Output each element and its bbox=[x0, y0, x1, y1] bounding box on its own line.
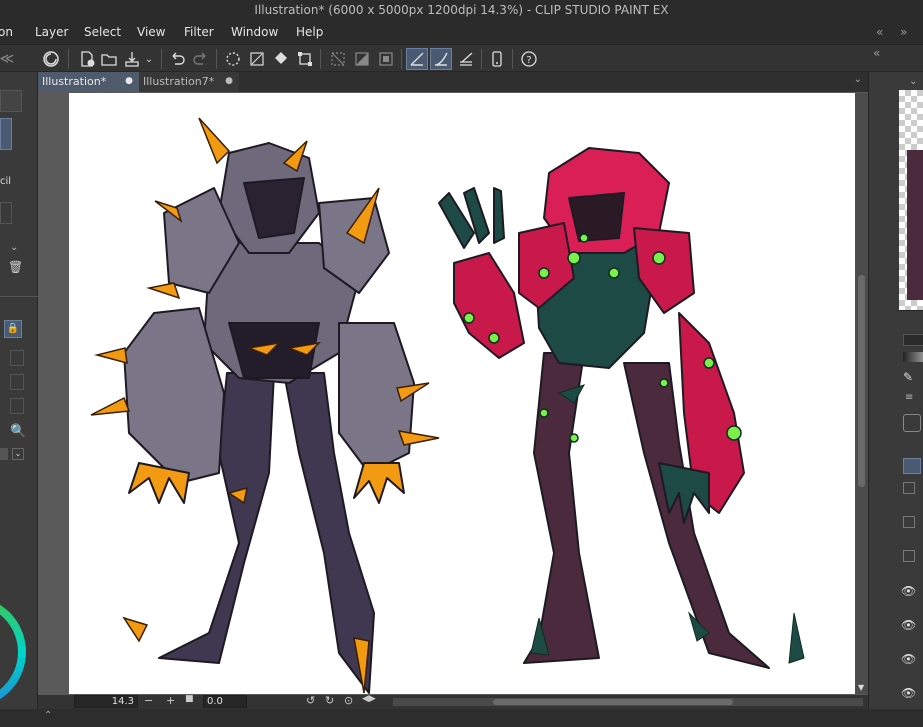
clip-studio-icon[interactable] bbox=[40, 48, 62, 70]
layer-checkbox[interactable] bbox=[903, 550, 915, 562]
lock-icon[interactable]: 🔒 bbox=[4, 320, 22, 338]
layer-tool-icon[interactable] bbox=[903, 414, 921, 432]
setting-dropdown[interactable] bbox=[0, 448, 8, 460]
tab-label: Illustration* bbox=[42, 75, 107, 88]
flip-icon[interactable]: ◀▶ bbox=[362, 694, 376, 704]
navigator-slider[interactable] bbox=[903, 334, 923, 346]
collapse-toolbar-icon[interactable]: ≪ bbox=[0, 48, 14, 70]
layer-checkbox[interactable] bbox=[903, 516, 915, 528]
sub-tool-item[interactable] bbox=[0, 202, 12, 224]
menu-view[interactable]: View bbox=[137, 25, 165, 39]
scrollbar-thumb[interactable] bbox=[858, 275, 865, 487]
sub-tool-label[interactable]: cil bbox=[0, 176, 11, 187]
menu-layer[interactable]: Layer bbox=[35, 25, 68, 39]
tab-label: Illustration7* bbox=[143, 75, 215, 88]
tab-illustration7[interactable]: Illustration7* ● bbox=[139, 72, 239, 92]
deselect-icon[interactable] bbox=[327, 48, 349, 70]
chevron-down-icon[interactable]: ⌄ bbox=[10, 242, 18, 253]
layer-property-icon[interactable] bbox=[903, 458, 921, 474]
status-bar: 14.3 − + ■ 0.0 ↺ ↻ ⊙ ◀▶ bbox=[38, 694, 868, 709]
opacity-slider[interactable] bbox=[903, 352, 923, 362]
character-right bbox=[438, 147, 770, 669]
eyedropper-icon[interactable]: ✎ bbox=[903, 370, 913, 384]
rotate-left-icon[interactable]: ↺ bbox=[306, 694, 315, 707]
new-file-icon[interactable] bbox=[76, 48, 98, 70]
sub-tool-active[interactable] bbox=[0, 118, 12, 150]
navigator-collapse-icon[interactable]: « bbox=[873, 46, 880, 60]
scrollbar-thumb[interactable] bbox=[493, 699, 733, 705]
chevron-down-icon[interactable]: ⌄ bbox=[12, 448, 24, 460]
menu-help[interactable]: Help bbox=[296, 25, 323, 39]
snap-to-grid-icon[interactable] bbox=[455, 48, 477, 70]
open-file-icon[interactable] bbox=[98, 48, 120, 70]
snap-to-special-ruler-icon[interactable] bbox=[430, 48, 452, 70]
window-title: Illustration* (6000 x 5000px 1200dpi 14.… bbox=[254, 3, 669, 17]
artwork bbox=[90, 117, 805, 694]
chevron-down-icon[interactable]: ⌄ bbox=[909, 76, 917, 87]
clear-outside-selection-icon[interactable] bbox=[246, 48, 268, 70]
fit-icon[interactable]: ■ bbox=[185, 694, 194, 704]
close-icon[interactable]: ● bbox=[125, 72, 133, 91]
vertical-scrollbar[interactable]: ▼ bbox=[855, 93, 868, 694]
snap-to-ruler-icon[interactable] bbox=[406, 48, 428, 70]
tool-field[interactable] bbox=[0, 90, 22, 112]
reset-rotation-icon[interactable]: ⊙ bbox=[344, 694, 353, 707]
invert-selection-icon[interactable] bbox=[351, 48, 373, 70]
color-wheel-icon[interactable] bbox=[0, 592, 30, 712]
undo-icon[interactable] bbox=[166, 48, 188, 70]
command-bar: ≪ ⌄ ? bbox=[0, 44, 923, 72]
panel-collapse-icon[interactable]: « bbox=[876, 25, 883, 39]
eye-icon[interactable]: 👁 bbox=[901, 652, 916, 666]
rotation-value: 0.0 bbox=[207, 696, 223, 707]
rotation-value-field[interactable]: 0.0 bbox=[203, 695, 247, 708]
eraser-setting-icon[interactable] bbox=[10, 398, 24, 414]
magnifier-icon[interactable]: 🔍 bbox=[10, 424, 26, 439]
help-icon[interactable]: ? bbox=[518, 48, 540, 70]
eye-icon[interactable]: 👁 bbox=[901, 618, 916, 632]
menu-window[interactable]: Window bbox=[231, 25, 278, 39]
zoom-in-icon[interactable]: + bbox=[166, 694, 175, 707]
right-panel: « ⌄ ✎ ≡ 👁 👁 👁 👁 bbox=[868, 46, 923, 727]
eye-icon[interactable]: 👁 bbox=[901, 686, 916, 700]
chevron-down-icon[interactable]: ⌄ bbox=[854, 74, 862, 85]
save-menu-chevron-icon[interactable]: ⌄ bbox=[143, 48, 155, 70]
companion-mode-icon[interactable] bbox=[486, 48, 508, 70]
menu-icon[interactable]: ≡ bbox=[905, 392, 913, 403]
transform-icon[interactable] bbox=[294, 48, 316, 70]
left-panel: cil ⌄ 🗑 🔒 🔍 ⌄ ◎ bbox=[0, 72, 38, 727]
bottom-bar: ⌃ bbox=[0, 709, 923, 727]
svg-text:?: ? bbox=[526, 55, 531, 66]
zoom-value-field[interactable]: 14.3 bbox=[74, 695, 138, 708]
navigator-preview[interactable] bbox=[899, 90, 923, 310]
save-file-icon[interactable] bbox=[121, 48, 143, 70]
clear-icon[interactable] bbox=[222, 48, 244, 70]
menu-animation[interactable]: on bbox=[0, 25, 13, 39]
menu-filter[interactable]: Filter bbox=[184, 25, 214, 39]
close-icon[interactable]: ● bbox=[225, 72, 233, 91]
trash-icon[interactable]: 🗑 bbox=[8, 260, 23, 274]
eye-icon[interactable]: 👁 bbox=[901, 584, 916, 598]
chevron-up-icon[interactable]: ⌃ bbox=[44, 710, 52, 721]
document-tab-bar: Illustration* ● Illustration7* ● ⌄ bbox=[38, 72, 868, 92]
rotate-right-icon[interactable]: ↻ bbox=[325, 694, 334, 707]
menu-bar: on Layer Select View Filter Window Help … bbox=[0, 22, 923, 44]
title-bar: Illustration* (6000 x 5000px 1200dpi 14.… bbox=[0, 0, 923, 22]
select-all-icon[interactable] bbox=[375, 48, 397, 70]
tab-illustration[interactable]: Illustration* ● bbox=[38, 72, 139, 92]
horizontal-scrollbar[interactable] bbox=[393, 698, 863, 706]
fill-icon[interactable] bbox=[270, 48, 292, 70]
zoom-value: 14.3 bbox=[111, 696, 134, 707]
zoom-out-icon[interactable]: − bbox=[144, 694, 153, 707]
panel-expand-icon[interactable]: » bbox=[900, 25, 907, 39]
chevron-down-icon[interactable]: ▼ bbox=[858, 683, 864, 692]
pen-setting-icon[interactable] bbox=[10, 350, 24, 366]
brush-setting-icon[interactable] bbox=[10, 374, 24, 390]
menu-select[interactable]: Select bbox=[84, 25, 121, 39]
character-left bbox=[123, 142, 415, 694]
redo-icon[interactable] bbox=[190, 48, 212, 70]
canvas[interactable] bbox=[69, 93, 855, 694]
layer-checkbox[interactable] bbox=[903, 482, 915, 494]
